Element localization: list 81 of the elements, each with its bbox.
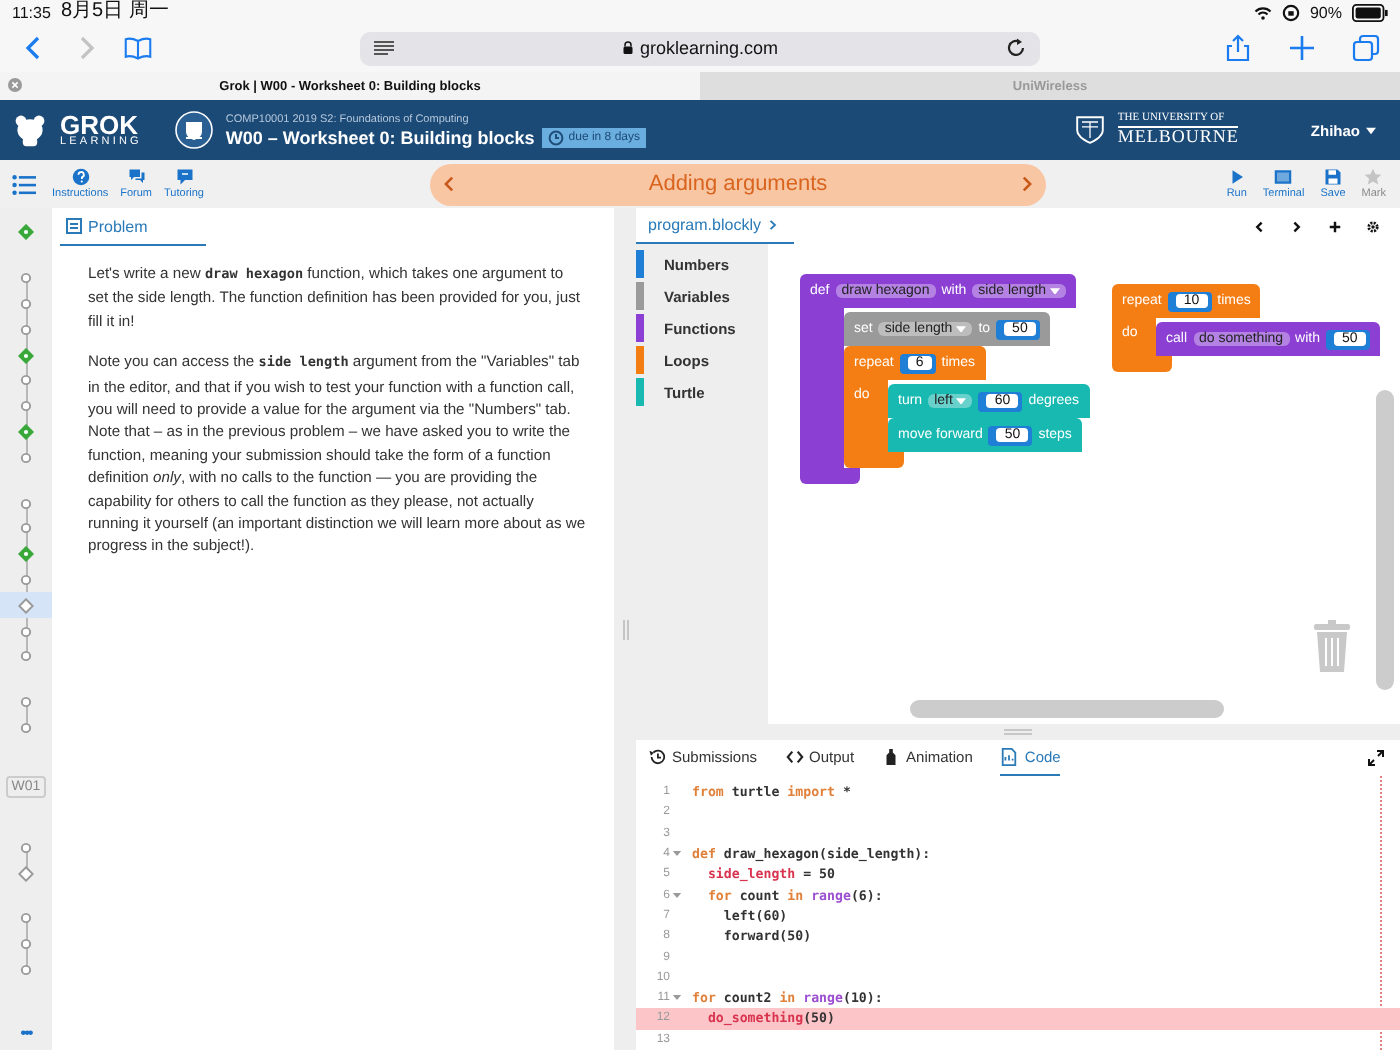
- more-icon[interactable]: •••: [20, 1024, 32, 1042]
- settings-icon[interactable]: [1366, 219, 1380, 233]
- rotation-lock-icon: [1281, 3, 1300, 21]
- bottle-icon: [882, 748, 901, 766]
- diamond-icon[interactable]: [18, 347, 34, 364]
- caret-icon: [1366, 125, 1376, 135]
- circle-icon[interactable]: [18, 270, 34, 287]
- address-bar[interactable]: groklearning.com: [360, 31, 1040, 65]
- bookmarks-icon[interactable]: [124, 34, 152, 62]
- url-text: groklearning.com: [639, 38, 779, 58]
- chevron-icon: [768, 220, 779, 230]
- diamond-icon[interactable]: [18, 546, 34, 563]
- diamond-icon[interactable]: [18, 224, 34, 241]
- reader-icon: [374, 38, 394, 58]
- tabs-icon[interactable]: [1352, 34, 1380, 62]
- logo-icon: [12, 112, 48, 148]
- worksheet-title: W00 – Worksheet 0: Building blocks: [225, 127, 535, 147]
- circle-icon[interactable]: [18, 398, 34, 415]
- circle-icon[interactable]: [18, 839, 34, 856]
- play-icon: [1227, 168, 1246, 186]
- list-icon[interactable]: [12, 173, 36, 195]
- previous-icon[interactable]: [444, 176, 454, 192]
- chevron-right-icon[interactable]: [1290, 219, 1304, 233]
- problem-title: Adding arguments: [646, 172, 830, 196]
- reload-icon[interactable]: [1006, 38, 1027, 58]
- circle-icon[interactable]: [18, 295, 34, 312]
- circle-icon[interactable]: [18, 961, 34, 978]
- circle-icon[interactable]: [18, 321, 34, 338]
- caret-icon: [956, 325, 967, 333]
- terminal-icon: [1274, 168, 1293, 186]
- crest-icon: [173, 110, 214, 150]
- status-date: 8月5日 周一: [60, 0, 169, 24]
- circle-icon[interactable]: [18, 449, 34, 466]
- circle-icon[interactable]: [18, 520, 34, 537]
- add-icon[interactable]: [1328, 219, 1342, 233]
- diamond-icon[interactable]: [18, 597, 34, 614]
- fold-icon[interactable]: [672, 850, 682, 858]
- circle-icon[interactable]: [18, 910, 34, 927]
- expand-icon[interactable]: [1368, 750, 1384, 766]
- circle-icon[interactable]: [18, 571, 34, 588]
- history-icon: [648, 748, 666, 766]
- scrollbar[interactable]: [910, 700, 1224, 718]
- document-icon: [66, 218, 82, 234]
- chat-icon: [127, 168, 146, 186]
- circle-icon[interactable]: [18, 623, 34, 640]
- message-icon: [175, 168, 193, 186]
- code-icon: [785, 748, 804, 766]
- diamond-icon[interactable]: [18, 865, 34, 882]
- wifi-icon: [1253, 3, 1272, 21]
- next-icon[interactable]: [1022, 176, 1032, 192]
- circle-icon[interactable]: [18, 694, 34, 711]
- grip-icon[interactable]: [1004, 728, 1032, 736]
- scrollbar[interactable]: [1376, 390, 1394, 690]
- share-icon[interactable]: [1224, 34, 1252, 62]
- circle-icon[interactable]: [18, 719, 34, 736]
- circle-icon[interactable]: [18, 495, 34, 512]
- diamond-icon[interactable]: [18, 423, 34, 440]
- circle-icon[interactable]: [18, 648, 34, 665]
- grip-icon[interactable]: [621, 619, 629, 639]
- university-name: MELBOURNE: [1117, 125, 1239, 146]
- save-icon: [1323, 168, 1342, 186]
- battery-icon: [1352, 3, 1388, 21]
- shield-icon: [1073, 114, 1106, 146]
- close-icon[interactable]: [8, 78, 22, 92]
- caret-icon: [956, 397, 967, 405]
- clock-icon: [548, 129, 565, 145]
- trash-icon[interactable]: [1312, 620, 1352, 672]
- problem-tab[interactable]: Problem: [60, 209, 206, 245]
- circle-icon[interactable]: [18, 936, 34, 953]
- chevron-left-icon[interactable]: [1252, 219, 1266, 233]
- logo-text: GROK: [60, 111, 140, 138]
- file-icon: [1000, 748, 1019, 766]
- help-icon: [71, 168, 90, 186]
- circle-icon[interactable]: [18, 372, 34, 389]
- star-icon: [1364, 168, 1383, 186]
- status-time: 11:35: [12, 3, 51, 21]
- fold-icon[interactable]: [672, 891, 682, 899]
- lock-icon: [621, 40, 634, 56]
- battery-percent: 90%: [1309, 3, 1342, 21]
- fold-icon[interactable]: [672, 994, 682, 1002]
- caret-icon: [1050, 287, 1061, 295]
